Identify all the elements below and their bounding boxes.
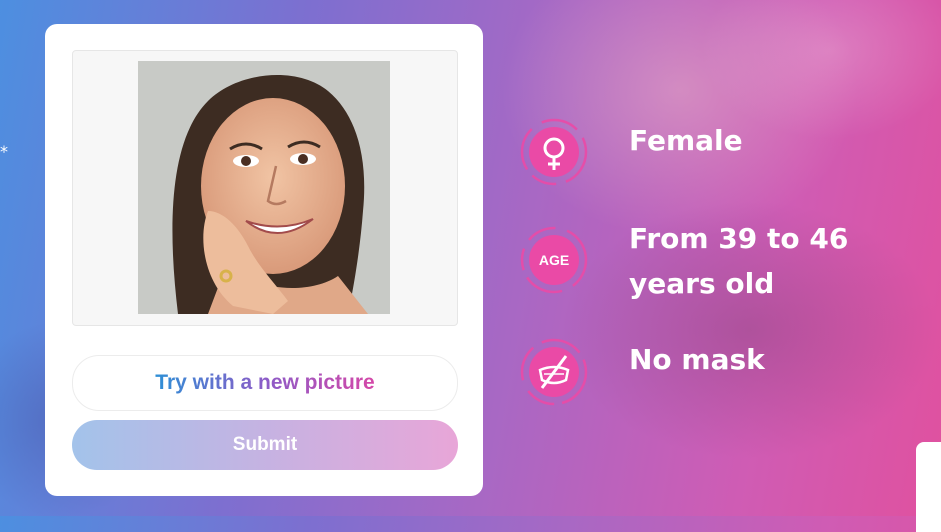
age-badge-text: AGE [539,252,569,268]
female-icon [520,118,588,186]
uploaded-photo [138,61,390,314]
gender-result-text: Female [629,124,743,157]
try-new-picture-label: Try with a new picture [155,371,375,394]
photo-preview-frame [72,50,458,326]
no-mask-icon [520,338,588,406]
age-result-text: From 39 to 46 years old [629,222,849,300]
upload-card: Try with a new picture Submit [45,24,483,496]
result-age: AGE From 39 to 46 years old [520,216,934,306]
submit-button[interactable]: Submit [72,420,458,470]
result-mask: No mask [520,338,934,406]
floating-panel-edge [916,442,941,532]
age-badge-icon: AGE [520,226,588,294]
face-photo-illustration [138,61,390,314]
mask-result-text: No mask [629,343,765,376]
result-gender: Female [520,118,934,186]
asterisk-mark: * [0,142,8,161]
try-new-picture-button[interactable]: Try with a new picture [72,355,458,411]
